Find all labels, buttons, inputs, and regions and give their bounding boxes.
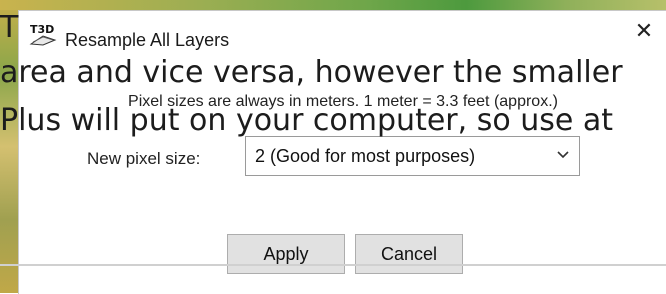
apply-button[interactable]: Apply <box>227 234 345 274</box>
app-icon-text: T3D <box>30 23 54 36</box>
cancel-button[interactable]: Cancel <box>355 234 463 274</box>
background-map-top <box>0 0 666 10</box>
close-icon: ✕ <box>634 18 654 44</box>
apply-button-label: Apply <box>263 243 309 264</box>
pixel-size-note: Pixel sizes are always in meters. 1 mete… <box>128 93 558 110</box>
dialog-title: Resample All Layers <box>65 30 230 50</box>
title-bar: T3D Resample All Layers ✕ <box>19 11 666 51</box>
cancel-button-label: Cancel <box>380 243 438 264</box>
pixel-size-selected-value: 2 (Good for most purposes) <box>255 146 476 166</box>
chevron-down-icon <box>557 151 569 159</box>
close-button[interactable]: ✕ <box>621 11 666 51</box>
divider-line <box>0 264 666 266</box>
pixel-size-label: New pixel size: <box>87 149 201 168</box>
background-map-strip <box>0 0 20 293</box>
resample-dialog: T3D Resample All Layers ✕ Pixel sizes ar… <box>18 10 666 294</box>
t3d-app-icon: T3D <box>29 23 57 46</box>
pixel-size-select[interactable]: 2 (Good for most purposes) <box>245 136 580 176</box>
